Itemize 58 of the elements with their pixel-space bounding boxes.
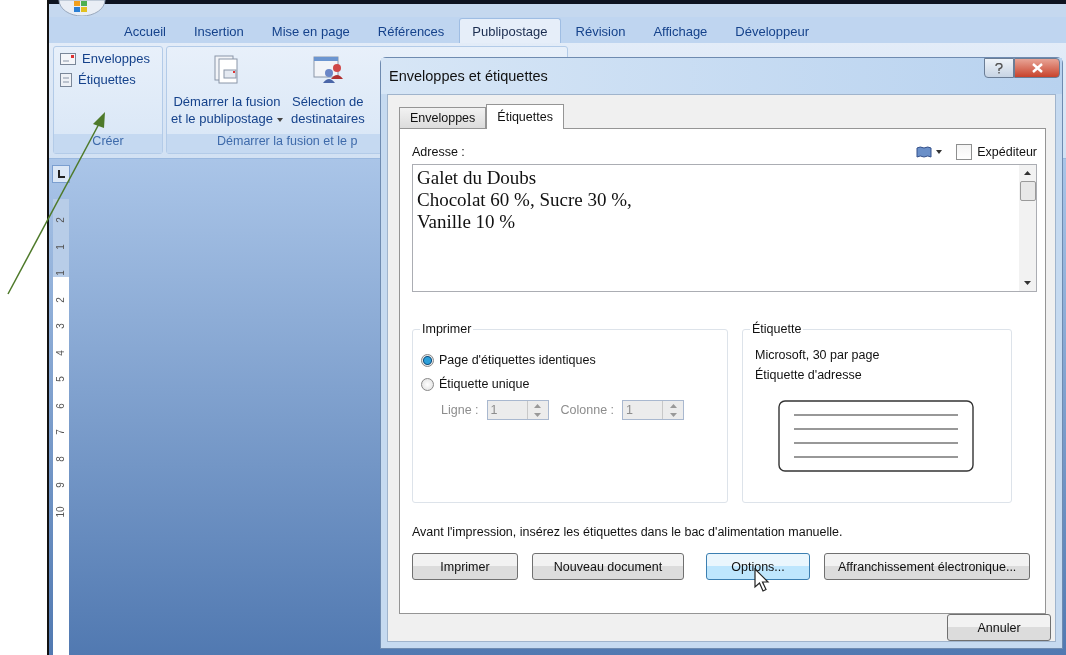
dialog-title: Enveloppes et étiquettes bbox=[389, 68, 548, 84]
ribbon-tab[interactable]: Révision bbox=[562, 18, 639, 43]
ribbon-tab[interactable]: Publipostage bbox=[459, 18, 561, 43]
close-button[interactable] bbox=[1014, 58, 1060, 78]
ribbon-button[interactable]: Démarrer la fusion et le publipostage bbox=[171, 53, 283, 134]
label-sheet-icon bbox=[60, 72, 72, 87]
address-book-icon[interactable] bbox=[916, 146, 943, 158]
label-info: Microsoft, 30 par page bbox=[755, 348, 881, 364]
scroll-thumb[interactable] bbox=[1019, 181, 1036, 201]
ruler-number: 10 bbox=[56, 505, 66, 518]
envelope-icon bbox=[60, 52, 76, 65]
tab-stop-icon[interactable] bbox=[52, 165, 70, 183]
recipients-icon bbox=[311, 53, 344, 85]
office-button-icon[interactable] bbox=[57, 0, 107, 16]
frame-title: Imprimer bbox=[420, 322, 474, 336]
label-preview-drawing[interactable] bbox=[778, 400, 974, 472]
dialog-button[interactable]: Nouveau document bbox=[532, 553, 684, 580]
frame-title: Étiquette bbox=[750, 322, 804, 336]
scroll-down-icon[interactable] bbox=[1024, 281, 1031, 285]
close-icon bbox=[1031, 63, 1043, 73]
ruler-number: 1 bbox=[56, 243, 66, 250]
ribbon-tab[interactable]: Références bbox=[364, 18, 458, 43]
ribbon-button[interactable]: Étiquettes bbox=[60, 72, 156, 87]
ruler-number: 8 bbox=[56, 455, 66, 462]
column-label: Colonne : bbox=[560, 403, 615, 417]
ruler-number: 2 bbox=[56, 217, 66, 223]
ruler-number: 1 bbox=[56, 270, 66, 276]
ribbon-button[interactable]: Enveloppes bbox=[60, 51, 156, 66]
group-label: Créer bbox=[54, 134, 162, 153]
ribbon-tab[interactable]: Insertion bbox=[180, 18, 257, 43]
ruler-number: 6 bbox=[56, 402, 66, 409]
dialog-tab[interactable]: Étiquettes bbox=[486, 104, 564, 129]
ruler-number: 7 bbox=[56, 429, 66, 435]
ruler-number: 4 bbox=[56, 349, 66, 356]
dialog-button[interactable]: Options... bbox=[706, 553, 810, 580]
ribbon-tab[interactable]: Affichage bbox=[640, 18, 721, 43]
help-button[interactable] bbox=[984, 58, 1014, 78]
ruler-number: 3 bbox=[56, 323, 66, 329]
scroll-up-icon[interactable] bbox=[1024, 171, 1031, 175]
ribbon-tab[interactable]: Accueil bbox=[111, 18, 179, 43]
dialog-tab[interactable]: Enveloppes bbox=[399, 107, 487, 128]
scrollbar[interactable] bbox=[1019, 165, 1036, 291]
dropdown-arrow-icon bbox=[276, 117, 283, 122]
ruler-number: 9 bbox=[56, 482, 66, 488]
dialog-button[interactable]: Affranchissement électronique... bbox=[824, 553, 1031, 580]
dialog-button[interactable]: Imprimer bbox=[412, 553, 518, 580]
help-icon bbox=[995, 62, 1003, 74]
label-info: Étiquette d'adresse bbox=[755, 368, 863, 384]
cancel-button[interactable]: Annuler bbox=[947, 614, 1051, 641]
ruler-number: 2 bbox=[56, 296, 66, 303]
ribbon-tab[interactable]: Mise en page bbox=[258, 18, 363, 43]
ruler-number: 5 bbox=[56, 376, 66, 382]
ribbon-button[interactable]: Sélection de destinataires bbox=[290, 53, 365, 134]
instruction-text: Avant l'impression, insérez les étiquettes dans le bac d'alimentation manuelle. bbox=[412, 525, 844, 539]
sender-checkbox[interactable]: Expéditeur bbox=[956, 144, 1037, 160]
row-label: Ligne : bbox=[441, 403, 479, 417]
ribbon-tab[interactable]: Développeur bbox=[722, 18, 823, 43]
address-field[interactable]: Galet du Doubs Chocolat 60 %, Sucre 30 %, Vanille 10 % bbox=[412, 164, 1037, 292]
